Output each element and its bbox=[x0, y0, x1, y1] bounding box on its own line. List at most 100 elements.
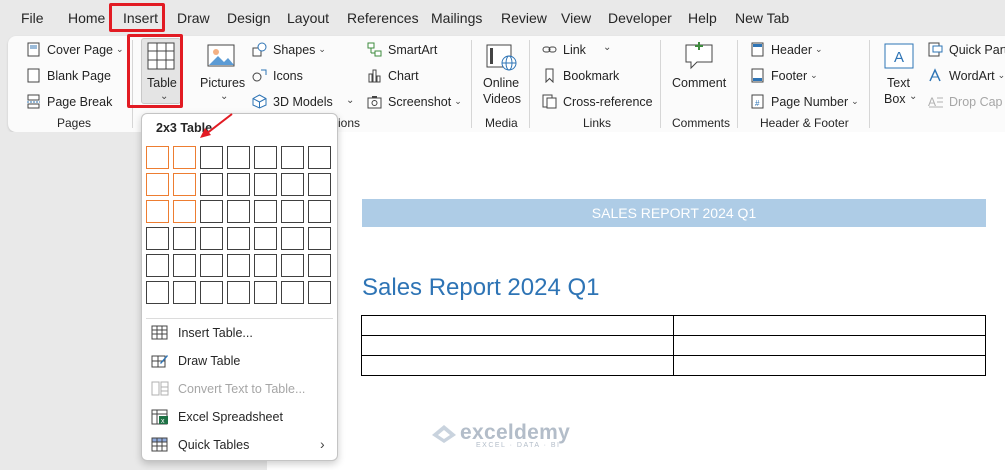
cover-page-button[interactable]: Cover Page ⌄ bbox=[26, 42, 124, 57]
footer-button[interactable]: Footer ⌄ bbox=[750, 68, 818, 83]
watermark-tagline: EXCEL · DATA · BI bbox=[476, 442, 561, 449]
bookmark-label: Bookmark bbox=[563, 68, 620, 83]
link-button[interactable]: Link bbox=[542, 42, 586, 57]
table-cell[interactable] bbox=[673, 315, 986, 336]
draw-table-icon bbox=[151, 353, 169, 369]
grid-cell[interactable] bbox=[146, 146, 169, 169]
grid-cell[interactable] bbox=[200, 254, 223, 277]
icons-button[interactable]: Icons bbox=[252, 68, 303, 83]
drop-cap-button[interactable]: A Drop Cap bbox=[928, 94, 1003, 110]
smartart-button[interactable]: SmartArt bbox=[367, 42, 437, 57]
draw-table-menu-item[interactable]: Draw Table bbox=[151, 351, 240, 371]
tab-file[interactable]: File bbox=[21, 0, 44, 36]
chart-icon bbox=[367, 68, 382, 83]
grid-cell[interactable] bbox=[308, 254, 331, 277]
online-videos-label-2[interactable]: Videos bbox=[483, 91, 521, 107]
grid-cell[interactable] bbox=[146, 200, 169, 223]
grid-cell[interactable] bbox=[281, 146, 304, 169]
grid-cell[interactable] bbox=[146, 173, 169, 196]
text-box-label-1[interactable]: Text bbox=[887, 75, 910, 91]
quick-parts-button[interactable]: Quick Parts bbox=[928, 42, 1005, 57]
excel-spreadsheet-menu-item[interactable]: x Excel Spreadsheet bbox=[151, 407, 283, 427]
chevron-down-icon: ⌄ bbox=[997, 70, 1005, 80]
group-comments-label: Comments bbox=[672, 116, 731, 130]
grid-cell[interactable] bbox=[200, 173, 223, 196]
table-cell[interactable] bbox=[673, 335, 986, 356]
grid-cell[interactable] bbox=[200, 200, 223, 223]
shapes-button[interactable]: Shapes ⌄ bbox=[252, 42, 326, 57]
grid-cell[interactable] bbox=[254, 173, 277, 196]
table-cell[interactable] bbox=[361, 335, 674, 356]
grid-cell[interactable] bbox=[281, 254, 304, 277]
table-cell[interactable] bbox=[361, 355, 674, 376]
blank-page-button[interactable]: Blank Page bbox=[26, 68, 111, 83]
wordart-button[interactable]: WordArt ⌄ bbox=[928, 68, 1005, 83]
grid-cell[interactable] bbox=[254, 146, 277, 169]
page-break-button[interactable]: Page Break bbox=[26, 94, 112, 109]
grid-cell[interactable] bbox=[200, 146, 223, 169]
grid-cell[interactable] bbox=[281, 281, 304, 304]
text-box-label-2[interactable]: Box bbox=[884, 91, 906, 107]
grid-cell[interactable] bbox=[227, 281, 250, 304]
table-cell[interactable] bbox=[361, 315, 674, 336]
grid-cell[interactable] bbox=[281, 173, 304, 196]
grid-cell[interactable] bbox=[146, 227, 169, 250]
chevron-right-icon: › bbox=[320, 436, 325, 452]
grid-cell[interactable] bbox=[254, 227, 277, 250]
tab-developer[interactable]: Developer bbox=[608, 0, 672, 36]
comment-label[interactable]: Comment bbox=[672, 75, 726, 91]
grid-cell[interactable] bbox=[173, 254, 196, 277]
grid-cell[interactable] bbox=[308, 200, 331, 223]
grid-cell[interactable] bbox=[173, 281, 196, 304]
grid-cell[interactable] bbox=[227, 146, 250, 169]
pictures-label[interactable]: Pictures bbox=[200, 75, 245, 91]
header-button[interactable]: Header ⌄ bbox=[750, 42, 823, 57]
3d-models-button[interactable]: 3D Models bbox=[252, 94, 333, 109]
grid-cell[interactable] bbox=[200, 227, 223, 250]
bookmark-button[interactable]: Bookmark bbox=[542, 68, 619, 83]
grid-cell[interactable] bbox=[308, 281, 331, 304]
grid-cell[interactable] bbox=[227, 200, 250, 223]
insert-tab-highlight bbox=[109, 3, 165, 32]
document-heading: Sales Report 2024 Q1 bbox=[362, 274, 600, 301]
tab-new-tab[interactable]: New Tab bbox=[735, 0, 789, 36]
tab-references[interactable]: References bbox=[347, 0, 419, 36]
screenshot-button[interactable]: Screenshot ⌄ bbox=[367, 94, 462, 109]
grid-cell[interactable] bbox=[308, 146, 331, 169]
quick-tables-menu-item[interactable]: Quick Tables bbox=[151, 435, 249, 455]
grid-cell[interactable] bbox=[227, 227, 250, 250]
cross-reference-button[interactable]: Cross-reference bbox=[542, 94, 653, 109]
tab-draw[interactable]: Draw bbox=[177, 0, 210, 36]
grid-cell[interactable] bbox=[173, 227, 196, 250]
table-cell[interactable] bbox=[673, 355, 986, 376]
grid-cell[interactable] bbox=[146, 281, 169, 304]
grid-cell[interactable] bbox=[281, 200, 304, 223]
separator bbox=[471, 40, 472, 128]
page-number-button[interactable]: # Page Number ⌄ bbox=[750, 94, 859, 109]
grid-cell[interactable] bbox=[227, 173, 250, 196]
online-videos-label-1[interactable]: Online bbox=[483, 75, 519, 91]
drop-cap-icon: A bbox=[928, 94, 943, 109]
tab-review[interactable]: Review bbox=[501, 0, 547, 36]
grid-cell[interactable] bbox=[308, 173, 331, 196]
grid-cell[interactable] bbox=[281, 227, 304, 250]
tab-home[interactable]: Home bbox=[68, 0, 105, 36]
tab-mailings[interactable]: Mailings bbox=[431, 0, 482, 36]
grid-cell[interactable] bbox=[308, 227, 331, 250]
tab-help[interactable]: Help bbox=[688, 0, 717, 36]
tab-layout[interactable]: Layout bbox=[287, 0, 329, 36]
grid-cell[interactable] bbox=[200, 281, 223, 304]
grid-cell[interactable] bbox=[254, 254, 277, 277]
grid-cell[interactable] bbox=[173, 200, 196, 223]
grid-cell[interactable] bbox=[173, 146, 196, 169]
chart-button[interactable]: Chart bbox=[367, 68, 419, 83]
document-table[interactable] bbox=[361, 315, 986, 376]
grid-cell[interactable] bbox=[146, 254, 169, 277]
insert-table-menu-item[interactable]: Insert Table... bbox=[151, 323, 253, 343]
grid-cell[interactable] bbox=[173, 173, 196, 196]
tab-view[interactable]: View bbox=[561, 0, 591, 36]
grid-cell[interactable] bbox=[227, 254, 250, 277]
tab-design[interactable]: Design bbox=[227, 0, 271, 36]
grid-cell[interactable] bbox=[254, 281, 277, 304]
grid-cell[interactable] bbox=[254, 200, 277, 223]
